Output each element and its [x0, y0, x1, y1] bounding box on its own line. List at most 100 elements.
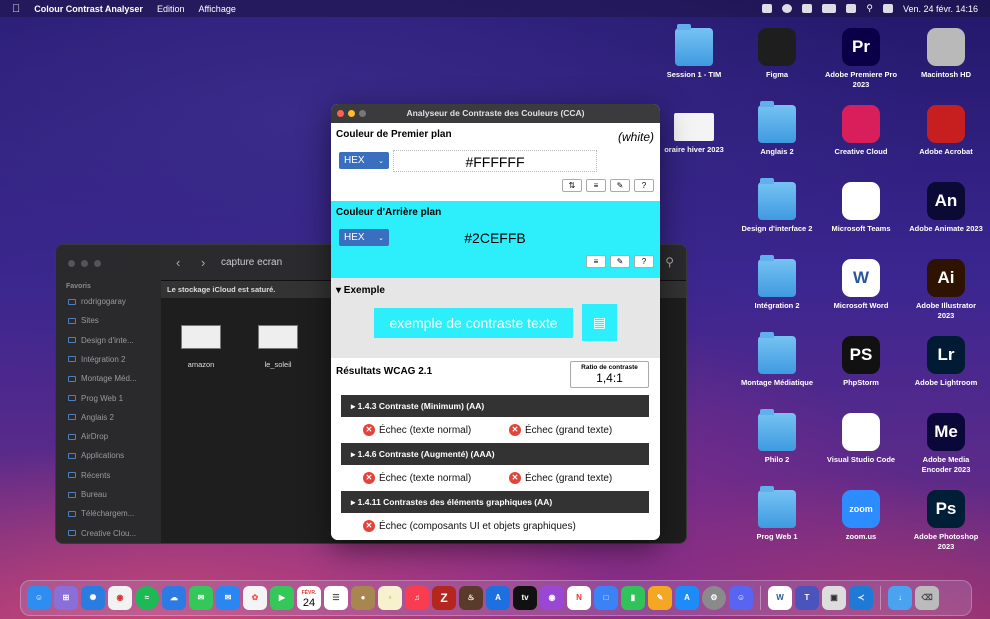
filezilla-dock-icon[interactable]: Z [432, 586, 456, 610]
desktop-icon-int-gration-2[interactable]: Intégration 2 [738, 255, 816, 311]
desktop-icon-session-1-tim[interactable]: Session 1 - TIM [655, 24, 733, 80]
desktop-icon-philo-2[interactable]: Philo 2 [738, 409, 816, 465]
sidebar-item[interactable]: Montage Méd... [68, 374, 137, 383]
sidebar-item[interactable]: Téléchargem... [68, 509, 134, 518]
search-icon[interactable]: ⚲ [866, 3, 873, 14]
discord-dock-icon[interactable]: ☺ [729, 586, 753, 610]
desktop-icon-visual-studio-code[interactable]: Visual Studio Code [822, 413, 900, 465]
eyedropper-icon[interactable]: ✎ [610, 179, 630, 192]
desktop-icon-adobe-animate-2023[interactable]: An Adobe Animate 2023 [907, 182, 985, 234]
sliders-icon[interactable]: ≡ [586, 179, 606, 192]
desktop-icon-anglais-2[interactable]: Anglais 2 [738, 101, 816, 157]
desktop-icon-figma[interactable]: Figma [738, 28, 816, 80]
desktop-icon-adobe-illustrator-2023[interactable]: Ai Adobe Illustrator 2023 [907, 259, 985, 321]
forward-chevron-icon[interactable]: › [201, 255, 205, 270]
spotify-dock-icon[interactable]: ≈ [135, 586, 159, 610]
sidebar-item[interactable]: Bureau [68, 490, 107, 499]
example-heading[interactable]: ▾ Exemple [336, 285, 385, 296]
desktop-icon-zoom-us[interactable]: zoom zoom.us [822, 490, 900, 542]
news-dock-icon[interactable]: N [567, 586, 591, 610]
desktop-icon-montage-m-diatique[interactable]: Montage Médiatique [738, 332, 816, 388]
downloads-dock-icon[interactable]: ↓ [888, 586, 912, 610]
messages-dock-icon[interactable]: ✉ [189, 586, 213, 610]
sidebar-item[interactable]: Anglais 2 [68, 413, 114, 422]
sidebar-item[interactable]: Récents [68, 471, 110, 480]
launchpad-dock-icon[interactable]: ⊞ [54, 586, 78, 610]
back-chevron-icon[interactable]: ‹ [176, 255, 180, 270]
sidebar-item[interactable]: Sites [68, 316, 99, 325]
word-dock-icon[interactable]: W [768, 586, 792, 610]
trash-dock-icon[interactable]: ⌫ [915, 586, 939, 610]
pages-dock-icon[interactable]: ✎ [648, 586, 672, 610]
zoom-dot[interactable] [94, 260, 101, 267]
desktop-icon-adobe-premiere-pro-2023[interactable]: Pr Adobe Premiere Pro 2023 [822, 28, 900, 90]
fireplace-dock-icon[interactable]: ♨ [459, 586, 483, 610]
criterion-1-4-3[interactable]: ▸ 1.4.3 Contraste (Minimum) (AA) [341, 395, 649, 417]
podcasts-dock-icon[interactable]: ◉ [540, 586, 564, 610]
xcode-dock-icon[interactable]: A [486, 586, 510, 610]
desktop-icon-phpstorm[interactable]: PS PhpStorm [822, 336, 900, 388]
menu-affichage[interactable]: Affichage [198, 4, 235, 14]
menu-datetime[interactable]: Ven. 24 févr. 14:16 [903, 4, 978, 14]
file-amazon[interactable]: amazon [171, 325, 231, 369]
eyedropper-icon[interactable]: ✎ [610, 255, 630, 268]
criterion-1-4-6[interactable]: ▸ 1.4.6 Contraste (Augmenté) (AAA) [341, 443, 649, 465]
menu-app-name[interactable]: Colour Contrast Analyser [34, 4, 143, 14]
apple-icon[interactable]:  [12, 3, 20, 15]
preview-dock-icon[interactable]: ▣ [822, 586, 846, 610]
help-icon[interactable]: ? [634, 255, 654, 268]
desktop-icon-adobe-acrobat[interactable]: Adobe Acrobat [907, 105, 985, 157]
swap-icon[interactable]: ⇅ [562, 179, 582, 192]
safari-dock-icon[interactable]: ✺ [81, 586, 105, 610]
zoom-dot[interactable] [359, 110, 366, 117]
finder-dock-icon[interactable]: ☺ [27, 586, 51, 610]
background-hex-input[interactable]: #2CEFFB [393, 227, 597, 249]
media-icon[interactable] [782, 4, 793, 13]
desktop-icon-microsoft-teams[interactable]: Microsoft Teams [822, 182, 900, 234]
sidebar-item[interactable]: Intégration 2 [68, 355, 125, 364]
numbers-dock-icon[interactable]: ▮ [621, 586, 645, 610]
desktop-icon-prog-web-1[interactable]: Prog Web 1 [738, 486, 816, 542]
background-format-select[interactable]: HEX ⌄ [339, 229, 389, 246]
minimize-dot[interactable] [348, 110, 355, 117]
close-dot[interactable] [68, 260, 75, 267]
wifi-icon[interactable] [846, 4, 857, 13]
foreground-hex-input[interactable]: #FFFFFF [393, 150, 597, 172]
chrome-dock-icon[interactable]: ◉ [108, 586, 132, 610]
reminders-dock-icon[interactable]: ☰ [324, 586, 348, 610]
minimize-dot[interactable] [81, 260, 88, 267]
vscode-dock-icon[interactable]: ≺ [849, 586, 873, 610]
sidebar-item[interactable]: Prog Web 1 [68, 394, 123, 403]
desktop-icon-adobe-media-encoder-2023[interactable]: Me Adobe Media Encoder 2023 [907, 413, 985, 475]
desktop-icon-adobe-lightroom[interactable]: Lr Adobe Lightroom [907, 336, 985, 388]
menu-edition[interactable]: Edition [157, 4, 185, 14]
photos-dock-icon[interactable]: ✿ [243, 586, 267, 610]
facetime-dock-icon[interactable]: ▶ [270, 586, 294, 610]
close-dot[interactable] [337, 110, 344, 117]
desktop-icon-oraire-hiver-2023[interactable]: oraire hiver 2023 [655, 105, 733, 155]
appstore-dock-icon[interactable]: A [675, 586, 699, 610]
desktop-icon-design-d-interface-2[interactable]: Design d'interface 2 [738, 178, 816, 234]
help-icon[interactable]: ? [634, 179, 654, 192]
cloud-dock-icon[interactable]: ☁ [162, 586, 186, 610]
criterion-1-4-11[interactable]: ▸ 1.4.11 Contrastes des éléments graphiq… [341, 491, 649, 513]
foreground-format-select[interactable]: HEX ⌄ [339, 152, 389, 169]
notes-dock-icon[interactable]: ▫ [378, 586, 402, 610]
finder-search-icon[interactable]: ⚲ [665, 255, 674, 269]
sliders-icon[interactable]: ≡ [586, 255, 606, 268]
sidebar-item[interactable]: Applications [68, 451, 124, 460]
desktop-icon-creative-cloud[interactable]: Creative Cloud [822, 105, 900, 157]
settings-dock-icon[interactable]: ⚙ [702, 586, 726, 610]
file-le-soleil[interactable]: le_soleil [248, 325, 308, 369]
sidebar-item[interactable]: AirDrop [68, 432, 108, 441]
calendar-dock-icon[interactable]: FÉVR. 24 [297, 586, 321, 610]
appletv-dock-icon[interactable]: tv [513, 586, 537, 610]
sidebar-item[interactable]: Creative Clou... [68, 529, 136, 538]
keynote-dock-icon[interactable]: □ [594, 586, 618, 610]
teams-dock-icon[interactable]: T [795, 586, 819, 610]
sidebar-item[interactable]: rodrigogaray [68, 297, 126, 306]
desktop-icon-adobe-photoshop-2023[interactable]: Ps Adobe Photoshop 2023 [907, 490, 985, 552]
status-icon[interactable] [762, 4, 773, 13]
battery-icon[interactable] [822, 4, 837, 13]
control-center-icon[interactable] [882, 4, 893, 13]
